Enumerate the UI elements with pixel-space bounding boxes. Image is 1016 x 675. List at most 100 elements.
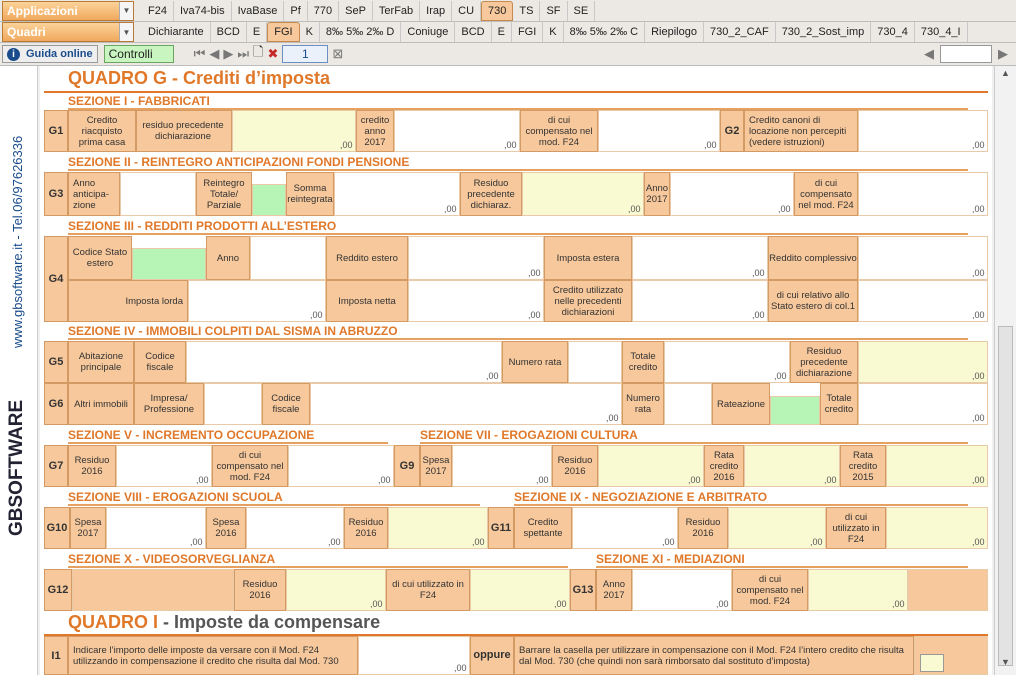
g3-anno2017-input[interactable] xyxy=(670,172,794,216)
g4-reddito-complessivo-input[interactable] xyxy=(858,236,988,280)
g9-rata2015-label: Rata credito 2015 xyxy=(840,445,886,487)
decimal-zero-marker: ,00 xyxy=(190,537,203,547)
next-page-icon[interactable]: ▶ xyxy=(223,46,233,62)
tab-irap[interactable]: Irap xyxy=(420,0,453,21)
g3-anno-input[interactable] xyxy=(120,172,196,216)
tab-730-4[interactable]: 730_4 xyxy=(871,22,915,42)
decimal-zero-marker: ,00 xyxy=(704,140,717,150)
scroll-down-icon[interactable]: ▼ xyxy=(998,657,1013,671)
g1-compensato-input[interactable] xyxy=(598,110,720,152)
g4-credito-utilizzato-input[interactable] xyxy=(632,280,768,322)
g1-credito-input[interactable] xyxy=(394,110,520,152)
g4-reddito-complessivo-label: Reddito complessivo xyxy=(768,236,858,280)
g5-rata-input[interactable] xyxy=(568,341,622,383)
decimal-zero-marker: ,00 xyxy=(378,475,391,485)
g6-totale-input[interactable] xyxy=(858,383,988,425)
guida-online-button[interactable]: i Guida online xyxy=(2,45,98,63)
g4-imposta-estera-input[interactable] xyxy=(632,236,768,280)
clear-icon[interactable]: ⊠ xyxy=(332,46,343,62)
row-label-g4: G4 xyxy=(44,236,68,322)
tab-k[interactable]: K xyxy=(543,22,564,42)
g6-impresa-input[interactable] xyxy=(204,383,262,425)
g3-reintegro-checkbox[interactable] xyxy=(252,184,286,216)
g6-rateazione-checkbox[interactable] xyxy=(770,396,820,425)
tab-ivabase[interactable]: IvaBase xyxy=(232,0,285,21)
g5-residuo-input[interactable] xyxy=(858,341,988,383)
tab-terfab[interactable]: TerFab xyxy=(373,0,421,21)
tab-730-2-sost-imp[interactable]: 730_2_Sost_imp xyxy=(776,22,872,42)
g6-rata-input[interactable] xyxy=(664,383,712,425)
g5-cf-input[interactable] xyxy=(186,341,502,383)
tab-f24[interactable]: F24 xyxy=(142,0,174,21)
new-page-icon[interactable]: 🗋 xyxy=(253,43,263,65)
tab-iva74-bis[interactable]: Iva74-bis xyxy=(174,0,232,21)
i1-checkbox[interactable] xyxy=(920,654,944,672)
g4-imposta-lorda-input[interactable] xyxy=(188,280,326,322)
tab-se[interactable]: SE xyxy=(568,0,596,21)
g4-relativo-input[interactable] xyxy=(858,280,988,322)
chevron-down-icon[interactable]: ▼ xyxy=(119,1,133,20)
g3-residuo-label: Residuo precedente dichiaraz. xyxy=(460,172,522,216)
prev-page-icon[interactable]: ◀ xyxy=(209,46,219,62)
page-number-field[interactable]: 1 xyxy=(282,45,329,63)
tab-fgi[interactable]: FGI xyxy=(267,22,300,42)
decimal-zero-marker: ,00 xyxy=(606,413,619,423)
g4-imposta-netta-input[interactable] xyxy=(408,280,544,322)
g12-utilizzato-label: di cui utilizzato in F24 xyxy=(386,569,470,611)
decimal-zero-marker: ,00 xyxy=(972,413,985,423)
scroll-right-icon[interactable]: ▶ xyxy=(998,46,1008,62)
g3-compensato-input[interactable] xyxy=(858,172,988,216)
g9-spesa-label: Spesa 2017 xyxy=(420,445,452,487)
tab-bcd[interactable]: BCD xyxy=(455,22,492,42)
tab-e[interactable]: E xyxy=(247,22,268,42)
g1-label: Credito riacquisto prima casa xyxy=(68,110,136,152)
tab-fgi[interactable]: FGI xyxy=(512,22,544,42)
decimal-zero-marker: ,00 xyxy=(972,371,985,381)
tab-sep[interactable]: SeP xyxy=(339,0,373,21)
tab-770[interactable]: 770 xyxy=(308,0,340,21)
quadro-g-title: QUADRO G - Crediti d’imposta xyxy=(68,68,331,88)
chevron-down-icon[interactable]: ▼ xyxy=(119,23,133,41)
g3-somma-label: Somma reintegrata xyxy=(286,172,334,216)
tab-riepilogo[interactable]: Riepilogo xyxy=(645,22,704,42)
g4-reddito-input[interactable] xyxy=(408,236,544,280)
row-label-g3: G3 xyxy=(44,172,68,216)
tab-cu[interactable]: CU xyxy=(452,0,482,21)
tab-coniuge[interactable]: Coniuge xyxy=(401,22,456,42)
decimal-zero-marker: ,00 xyxy=(810,537,823,547)
g1-residuo-input[interactable] xyxy=(232,110,356,152)
g6-cf-input[interactable] xyxy=(310,383,622,425)
search-page-field[interactable] xyxy=(940,45,992,63)
first-page-icon[interactable]: ⏮ xyxy=(194,46,206,62)
tab-k[interactable]: K xyxy=(300,22,320,42)
g2-input[interactable] xyxy=(858,110,988,152)
last-page-icon[interactable]: ⏭ xyxy=(237,46,249,62)
tab-pf[interactable]: Pf xyxy=(284,0,308,21)
g4-codice-input[interactable] xyxy=(132,248,206,280)
tab-dichiarante[interactable]: Dichiarante xyxy=(142,22,211,42)
tab-8-5-2-c[interactable]: 8‰ 5‰ 2‰ C xyxy=(564,22,646,42)
scroll-left-icon[interactable]: ◀ xyxy=(924,46,934,62)
vertical-scrollbar[interactable]: ▲ ▼ xyxy=(994,66,1016,675)
tab-e[interactable]: E xyxy=(492,22,512,42)
row-label-g11: G11 xyxy=(488,507,514,549)
g6-altri-label: Altri immobili xyxy=(68,383,134,425)
controlli-button[interactable]: Controlli xyxy=(103,45,174,63)
tab-730-4-i[interactable]: 730_4_I xyxy=(915,22,968,42)
applications-combo[interactable]: Applicazioni ▼ xyxy=(2,0,134,21)
tab-ts[interactable]: TS xyxy=(513,0,541,21)
g10-spesa2017-label: Spesa 2017 xyxy=(70,507,106,549)
tab-730[interactable]: 730 xyxy=(481,0,514,21)
delete-page-icon[interactable]: ✖ xyxy=(267,46,278,62)
tab-bcd[interactable]: BCD xyxy=(211,22,247,42)
quadri-combo[interactable]: Quadri ▼ xyxy=(2,22,134,42)
scroll-up-icon[interactable]: ▲ xyxy=(998,68,1013,82)
tab-8-5-2-d[interactable]: 8‰ 5‰ 2‰ D xyxy=(320,22,402,42)
scroll-thumb[interactable] xyxy=(998,326,1013,666)
g4-anno-input[interactable] xyxy=(250,236,326,280)
tab-730-2-caf[interactable]: 730_2_CAF xyxy=(704,22,776,42)
g3-residuo-input[interactable] xyxy=(522,172,644,216)
g3-somma-input[interactable] xyxy=(334,172,460,216)
tab-sf[interactable]: SF xyxy=(540,0,568,21)
g5-totale-input[interactable] xyxy=(664,341,790,383)
